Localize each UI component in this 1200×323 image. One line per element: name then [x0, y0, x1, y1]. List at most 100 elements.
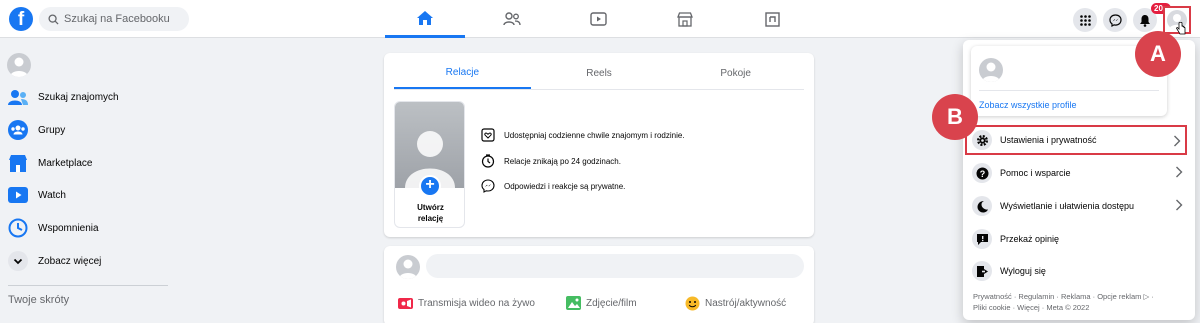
search-input[interactable]: [64, 13, 184, 25]
menu-item-label: Pomoc i wsparcie: [1000, 168, 1071, 178]
menu-item-settings-privacy[interactable]: Ustawienia i prywatność: [965, 125, 1187, 155]
sidebar-item-watch[interactable]: Watch: [8, 182, 66, 208]
store-icon: [677, 11, 693, 27]
sidebar-item-label: Wspomnienia: [38, 222, 99, 234]
sidebar-profile-avatar[interactable]: [7, 53, 31, 77]
sidebar-item-memories[interactable]: Wspomnienia: [8, 215, 99, 241]
logout-icon: [972, 261, 992, 281]
search-box[interactable]: [39, 7, 189, 31]
help-icon: ?: [972, 163, 992, 183]
cursor-hand-icon: [1176, 22, 1186, 35]
chevron-right-icon: [1176, 166, 1183, 178]
create-story-label-line1: Utwórz: [417, 203, 444, 212]
sidebar-item-groups[interactable]: Grupy: [8, 117, 65, 143]
menu-item-label: Przekaż opinię: [1000, 234, 1060, 244]
feedback-icon: [972, 229, 992, 249]
footer-line-1[interactable]: Prywatność · Regulamin · Reklama · Opcje…: [973, 291, 1185, 302]
tab-marketplace[interactable]: [645, 0, 725, 38]
create-story-label-line2: relację: [417, 214, 444, 223]
stories-card: Relacje Reels Pokoje + Utwórz relację Ud…: [384, 53, 814, 237]
story-share-icon: [480, 127, 496, 143]
svg-text:?: ?: [979, 168, 985, 178]
watch-icon: [8, 185, 28, 205]
timer-icon: [480, 153, 496, 169]
messenger-button[interactable]: [1103, 8, 1127, 32]
photo-icon: [566, 296, 581, 311]
clock-icon: [8, 218, 28, 238]
tab-gaming[interactable]: [732, 0, 812, 38]
profile-avatar[interactable]: [979, 58, 1003, 82]
feeling-activity-button[interactable]: Nastrój/aktywność: [685, 295, 786, 311]
live-video-icon: [398, 296, 413, 311]
sidebar-item-see-more[interactable]: Zobacz więcej: [8, 248, 101, 274]
friends-icon: [503, 12, 521, 26]
facebook-logo-icon[interactable]: f: [9, 7, 33, 31]
menu-grid-button[interactable]: [1073, 8, 1097, 32]
feeling-activity-label: Nastrój/aktywność: [705, 297, 787, 309]
tab-reels[interactable]: Reels: [531, 57, 668, 89]
add-story-plus-icon[interactable]: +: [419, 175, 441, 197]
photo-video-button[interactable]: Zdjęcie/film: [566, 295, 637, 311]
gear-icon: [972, 130, 992, 150]
live-video-label: Transmisja wideo na żywo: [418, 297, 535, 309]
story-info-text: Relacje znikają po 24 godzinach.: [504, 156, 621, 166]
annotation-marker-b: B: [932, 94, 978, 140]
tab-watch[interactable]: [558, 0, 638, 38]
story-info-share: Udostępniaj codzienne chwile znajomym i …: [480, 125, 685, 145]
account-dropdown-menu: Zobacz wszystkie profile Ustawienia i pr…: [963, 40, 1195, 320]
story-info-expire: Relacje znikają po 24 godzinach.: [480, 151, 621, 171]
sidebar-divider: [8, 285, 168, 286]
home-icon: [417, 10, 433, 25]
sidebar-item-label: Marketplace: [38, 157, 93, 169]
bell-icon: [1140, 14, 1150, 27]
sidebar-item-label: Zobacz więcej: [38, 255, 102, 267]
create-story-label: Utwórz relację: [395, 202, 464, 224]
menu-item-display-accessibility[interactable]: Wyświetlanie i ułatwienia dostępu: [967, 191, 1187, 221]
story-info-text: Udostępniaj codzienne chwile znajomym i …: [504, 130, 685, 140]
annotation-marker-a: A: [1135, 31, 1181, 77]
menu-item-label: Wyloguj się: [1000, 266, 1046, 276]
photo-video-label: Zdjęcie/film: [586, 297, 637, 309]
post-composer-card: Transmisja wideo na żywo Zdjęcie/film Na…: [384, 246, 814, 323]
chevron-right-icon: [1176, 199, 1183, 211]
tab-rooms[interactable]: Pokoje: [667, 57, 804, 89]
messenger-icon: [1108, 13, 1122, 27]
sidebar-item-label: Grupy: [38, 124, 66, 136]
live-video-button[interactable]: Transmisja wideo na żywo: [398, 295, 535, 311]
video-icon: [589, 12, 607, 26]
user-silhouette-icon: [399, 259, 417, 279]
sidebar-item-label: Szukaj znajomych: [38, 91, 119, 103]
story-info-private: Odpowiedzi i reakcje są prywatne.: [480, 176, 625, 196]
menu-footer-links: Prywatność · Regulamin · Reklama · Opcje…: [973, 291, 1185, 313]
profile-card-divider: [979, 90, 1159, 91]
user-silhouette-icon: [982, 62, 1000, 82]
menu-item-help-support[interactable]: ? Pomoc i wsparcie: [967, 158, 1187, 188]
menu-item-log-out[interactable]: Wyloguj się: [967, 256, 1187, 286]
menu-item-give-feedback[interactable]: Przekaż opinię: [967, 224, 1187, 254]
top-navigation-bar: f 20+: [0, 0, 1200, 38]
sidebar-item-label: Watch: [38, 189, 66, 201]
stories-tabs: Relacje Reels Pokoje: [394, 57, 804, 90]
shortcuts-heading: Twoje skróty: [8, 294, 70, 306]
see-all-profiles-link[interactable]: Zobacz wszystkie profile: [979, 100, 1077, 110]
create-story-card[interactable]: + Utwórz relację: [394, 101, 465, 228]
grid-icon: [1079, 14, 1091, 26]
sidebar-item-marketplace[interactable]: Marketplace: [8, 150, 92, 176]
footer-line-2[interactable]: Pliki cookie · Więcej · Meta © 2022: [973, 302, 1185, 313]
tab-home[interactable]: [385, 0, 465, 38]
user-silhouette-icon: [10, 57, 28, 77]
menu-item-label: Ustawienia i prywatność: [1000, 135, 1097, 145]
gaming-icon: [764, 11, 780, 27]
sidebar-item-find-friends[interactable]: Szukaj znajomych: [8, 84, 119, 110]
marketplace-icon: [8, 153, 28, 173]
tab-stories[interactable]: Relacje: [394, 57, 531, 89]
composer-input[interactable]: [426, 254, 804, 278]
friends-icon: [8, 87, 28, 107]
story-info-text: Odpowiedzi i reakcje są prywatne.: [504, 181, 626, 191]
tab-friends[interactable]: [472, 0, 552, 38]
messenger-icon: [480, 178, 496, 194]
moon-icon: [972, 196, 992, 216]
composer-avatar[interactable]: [396, 255, 420, 279]
search-icon: [48, 13, 59, 25]
chevron-right-icon: [1174, 135, 1181, 147]
